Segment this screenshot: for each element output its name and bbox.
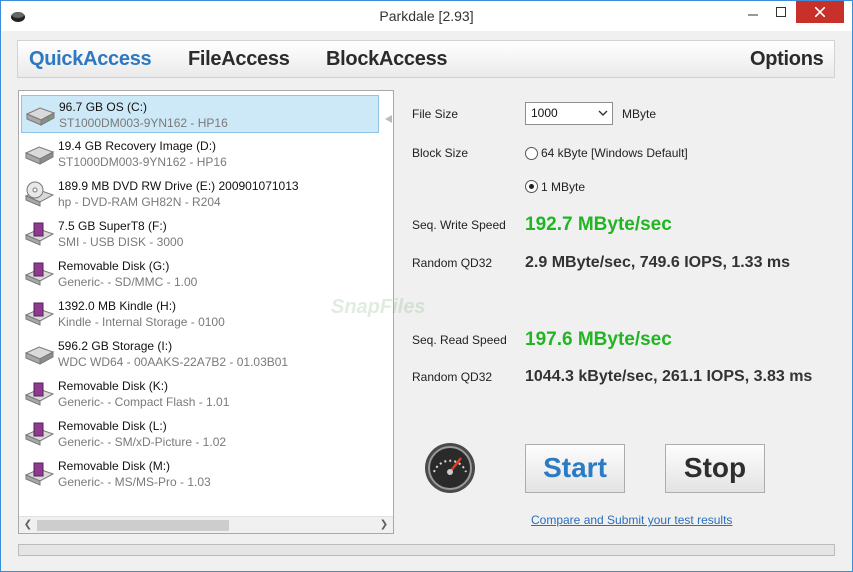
hard-disk-icon: [24, 346, 55, 365]
drive-name: Removable Disk (G:): [58, 259, 170, 273]
tab-options[interactable]: Options: [750, 48, 824, 71]
removable-disk-icon: [24, 302, 55, 326]
minimize-icon: [747, 14, 758, 16]
drive-name: 19.4 GB Recovery Image (D:): [58, 139, 217, 153]
removable-disk-icon: [24, 462, 55, 486]
drive-item-i[interactable]: 596.2 GB Storage (I:) WDC WD64 - 00AAKS-…: [21, 335, 379, 373]
drive-item-h[interactable]: 1392.0 MB Kindle (H:) Kindle - Internal …: [21, 295, 379, 333]
scroll-right-icon[interactable]: ❯: [376, 518, 392, 532]
drive-name: 96.7 GB OS (C:): [59, 100, 148, 114]
tab-fileaccess[interactable]: FileAccess: [188, 48, 290, 71]
hard-disk-icon: [25, 107, 56, 126]
compare-results-link[interactable]: Compare and Submit your test results: [531, 513, 732, 527]
block-size-64k-label[interactable]: 64 kByte [Windows Default]: [541, 146, 688, 160]
drive-item-g[interactable]: Removable Disk (G:) Generic- - SD/MMC - …: [21, 255, 379, 293]
maximize-icon: [775, 7, 786, 17]
drive-name: 189.9 MB DVD RW Drive (E:) 200901071013: [58, 179, 299, 193]
app-window: Parkdale [2.93] QuickAccess FileAccess B…: [0, 0, 853, 572]
drive-name: 7.5 GB SuperT8 (F:): [58, 219, 167, 233]
seq-read-label: Seq. Read Speed: [412, 333, 507, 347]
drive-detail: ST1000DM003-9YN162 - HP16: [58, 155, 227, 169]
file-size-label: File Size: [412, 107, 459, 121]
dvd-drive-icon: [24, 181, 55, 207]
scrollbar-thumb[interactable]: [37, 520, 229, 531]
tab-bar: QuickAccess FileAccess BlockAccess Optio…: [17, 40, 835, 78]
random-write-value: 2.9 MByte/sec, 749.6 IOPS, 1.33 ms: [525, 254, 791, 271]
random-read-value: 1044.3 kByte/sec, 261.1 IOPS, 3.83 ms: [525, 368, 813, 385]
random-write-label: Random QD32: [412, 256, 493, 270]
stop-button[interactable]: Stop: [665, 444, 765, 493]
file-size-unit: MByte: [622, 107, 657, 121]
drive-detail: Kindle - Internal Storage - 0100: [58, 315, 225, 329]
seq-write-label: Seq. Write Speed: [412, 218, 506, 232]
scroll-left-icon[interactable]: ❮: [20, 518, 36, 532]
speedometer-icon: [425, 443, 475, 493]
drive-name: Removable Disk (M:): [58, 459, 171, 473]
file-size-value: 1000: [531, 106, 558, 120]
drive-detail: Generic- - Compact Flash - 1.01: [58, 395, 230, 409]
tab-blockaccess[interactable]: BlockAccess: [326, 48, 448, 71]
close-button[interactable]: [796, 1, 844, 23]
start-button[interactable]: Start: [525, 444, 625, 493]
seq-write-value: 192.7 MByte/sec: [525, 214, 672, 235]
drive-item-f[interactable]: 7.5 GB SuperT8 (F:) SMI - USB DISK - 300…: [21, 215, 379, 253]
drive-item-e[interactable]: 189.9 MB DVD RW Drive (E:) 200901071013 …: [21, 175, 379, 213]
drive-name: Removable Disk (K:): [58, 379, 169, 393]
block-size-label: Block Size: [412, 146, 469, 160]
drive-item-c[interactable]: 96.7 GB OS (C:) ST1000DM003-9YN162 - HP1…: [21, 95, 379, 133]
drive-detail: Generic- - SM/xD-Picture - 1.02: [58, 435, 227, 449]
block-size-1mb-radio[interactable]: [525, 180, 538, 193]
removable-disk-icon: [24, 422, 55, 446]
minimize-button[interactable]: [739, 1, 766, 23]
drive-detail: SMI - USB DISK - 3000: [58, 235, 184, 249]
removable-disk-icon: [24, 222, 55, 246]
drive-name: Removable Disk (L:): [58, 419, 167, 433]
close-icon: [815, 7, 825, 17]
horizontal-scrollbar[interactable]: ❮ ❯: [19, 516, 393, 533]
drive-item-d[interactable]: 19.4 GB Recovery Image (D:) ST1000DM003-…: [21, 135, 379, 173]
tab-quickaccess[interactable]: QuickAccess: [29, 48, 152, 71]
file-size-select[interactable]: 1000: [525, 102, 613, 125]
radio-selected-dot: [529, 184, 534, 189]
drive-name: 1392.0 MB Kindle (H:): [58, 299, 177, 313]
panel-splitter-icon[interactable]: [384, 113, 394, 125]
drive-item-l[interactable]: Removable Disk (L:) Generic- - SM/xD-Pic…: [21, 415, 379, 453]
window-title: Parkdale [2.93]: [379, 8, 474, 24]
drive-detail: ST1000DM003-9YN162 - HP16: [59, 116, 228, 130]
drive-detail: hp - DVD-RAM GH82N - R204: [58, 195, 221, 209]
seq-read-value: 197.6 MByte/sec: [525, 329, 672, 350]
maximize-button[interactable]: [767, 1, 794, 23]
progress-bar: [18, 544, 835, 556]
drive-detail: Generic- - MS/MS-Pro - 1.03: [58, 475, 211, 489]
block-size-1mb-label[interactable]: 1 MByte: [541, 180, 585, 194]
random-read-label: Random QD32: [412, 370, 493, 384]
drive-item-k[interactable]: Removable Disk (K:) Generic- - Compact F…: [21, 375, 379, 413]
title-bar[interactable]: Parkdale [2.93]: [1, 1, 852, 31]
watermark: SnapFiles: [331, 296, 426, 318]
block-size-64k-radio[interactable]: [525, 147, 538, 160]
removable-disk-icon: [24, 262, 55, 286]
hard-disk-icon: [24, 146, 55, 165]
removable-disk-icon: [24, 382, 55, 406]
drive-detail: WDC WD64 - 00AAKS-22A7B2 - 01.03B01: [58, 355, 289, 369]
drive-detail: Generic- - SD/MMC - 1.00: [58, 275, 198, 289]
drive-item-m[interactable]: Removable Disk (M:) Generic- - MS/MS-Pro…: [21, 455, 379, 493]
drive-name: 596.2 GB Storage (I:): [58, 339, 173, 353]
chevron-down-icon: [598, 110, 608, 116]
